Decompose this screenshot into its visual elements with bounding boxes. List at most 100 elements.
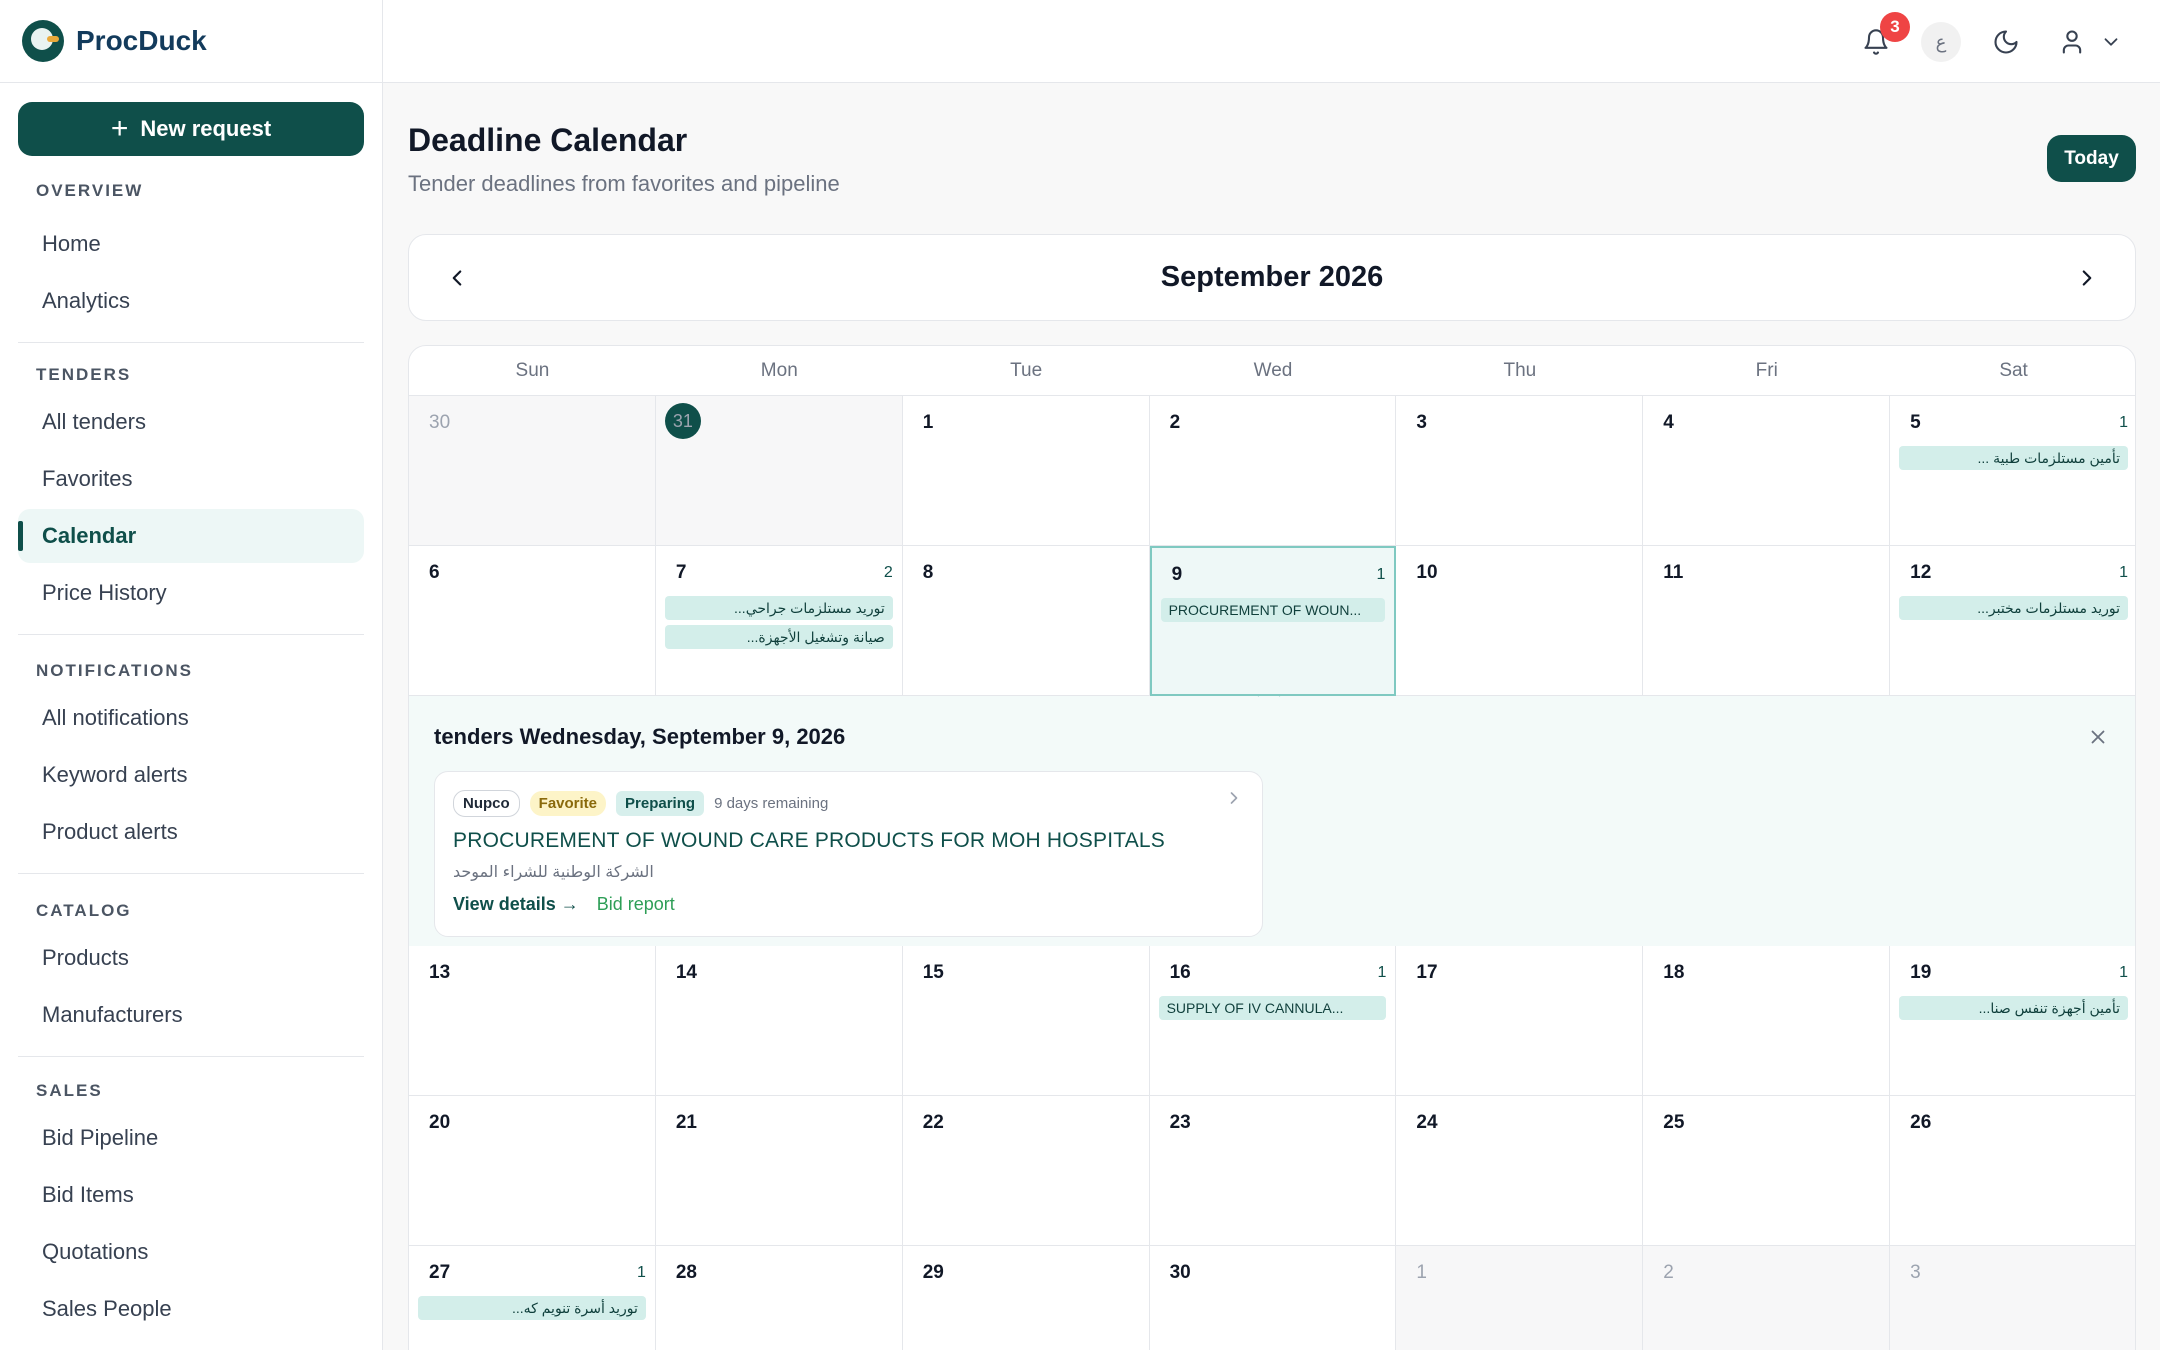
calendar-day-cell[interactable]: 5 1 تأمين مستلزمات طبية ... <box>1890 396 2135 546</box>
day-number: 27 <box>429 1262 451 1283</box>
day-number: 13 <box>429 962 451 983</box>
calendar-day-cell[interactable]: 3 <box>1396 396 1644 546</box>
sidebar-item-quotations[interactable]: Quotations <box>18 1225 364 1279</box>
weekday-header: Sun Mon Tue Wed Thu Fri Sat <box>409 346 2135 396</box>
calendar-day-cell[interactable]: 16 1 SUPPLY OF IV CANNULA... <box>1149 946 1397 1096</box>
day-number: 12 <box>1910 562 1932 583</box>
calendar-day-cell[interactable]: 17 <box>1396 946 1644 1096</box>
calendar-day-cell[interactable]: 23 <box>1149 1096 1397 1246</box>
sidebar-item-calendar[interactable]: Calendar <box>18 509 364 563</box>
day-detail-title: tenders Wednesday, September 9, 2026 <box>434 724 846 749</box>
calendar-day-cell[interactable]: 14 <box>655 946 903 1096</box>
calendar-event-chip[interactable]: تأمين أجهزة تنفس صنا... <box>1899 996 2129 1020</box>
calendar-day-cell[interactable]: 29 <box>902 1246 1150 1350</box>
next-month-button[interactable] <box>2069 260 2105 296</box>
sidebar-item-favorites[interactable]: Favorites <box>18 452 364 506</box>
calendar-day-cell[interactable]: 21 <box>655 1096 903 1246</box>
calendar-day-cell[interactable]: 7 2 توريد مستلزمات جراحي... صيانة وتشغيل ال… <box>655 546 903 696</box>
sidebar-item-keyword-alerts[interactable]: Keyword alerts <box>18 748 364 802</box>
sidebar-item-manufacturers[interactable]: Manufacturers <box>18 988 364 1042</box>
calendar-day-cell[interactable]: 2 <box>1643 1246 1891 1350</box>
day-number: 17 <box>1416 962 1438 983</box>
close-detail-button[interactable] <box>2083 722 2113 752</box>
tender-tags: Nupco Favorite Preparing 9 days remainin… <box>453 790 828 817</box>
days-remaining: 9 days remaining <box>714 795 829 812</box>
calendar-day-cell[interactable]: 19 1 تأمين أجهزة تنفس صنا... <box>1890 946 2135 1096</box>
sidebar-item-analytics[interactable]: Analytics <box>18 274 364 328</box>
sidebar-item-home[interactable]: Home <box>18 217 364 271</box>
bid-report-link[interactable]: Bid report <box>597 894 675 915</box>
calendar-day-cell[interactable]: 10 <box>1396 546 1644 696</box>
view-details-link[interactable]: View details → <box>453 894 579 915</box>
day-number: 29 <box>922 1262 944 1283</box>
calendar-day-cell[interactable]: 27 1 توريد أسرة تنويم كه... <box>409 1246 656 1350</box>
tender-title[interactable]: PROCUREMENT OF WOUND CARE PRODUCTS FOR M… <box>453 829 1165 853</box>
day-number: 19 <box>1910 962 1932 983</box>
day-number: 8 <box>922 562 934 583</box>
calendar-event-chip[interactable]: توريد مستلزمات جراحي... <box>664 596 893 620</box>
calendar-event-chip[interactable]: تأمين مستلزمات طبية ... <box>1899 446 2129 470</box>
calendar-event-chip[interactable]: توريد أسرة تنويم كه... <box>418 1296 646 1320</box>
calendar-day-cell[interactable]: 22 <box>902 1096 1150 1246</box>
day-number: 6 <box>429 562 440 583</box>
calendar-day-cell[interactable]: 9 1 PROCUREMENT OF WOUN... <box>1149 546 1397 696</box>
user-menu[interactable] <box>2058 22 2122 62</box>
sidebar-item-bid-items[interactable]: Bid Items <box>18 1168 364 1222</box>
calendar-day-cell[interactable]: 18 <box>1643 946 1891 1096</box>
user-icon <box>2062 30 2082 54</box>
calendar-day-cell[interactable]: 6 <box>409 546 656 696</box>
calendar-day-cell[interactable]: 12 1 توريد مستلزمات مختبر... <box>1890 546 2135 696</box>
notification-count-badge: 3 <box>1880 12 1910 42</box>
notifications-button[interactable]: 3 <box>1856 12 1910 62</box>
calendar-day-cell[interactable]: 30 <box>409 396 656 546</box>
brand[interactable]: ProcDuck <box>0 0 382 83</box>
day-number: 1 <box>1416 1262 1427 1283</box>
language-toggle[interactable]: ع <box>1921 22 1961 62</box>
weekday-label: Fri <box>1755 360 1778 381</box>
top-bar: 3 ع <box>383 0 2160 83</box>
sidebar-item-all-tenders[interactable]: All tenders <box>18 395 364 449</box>
calendar-day-cell[interactable]: 31 <box>655 396 903 546</box>
calendar-event-chip[interactable]: SUPPLY OF IV CANNULA... <box>1158 996 1387 1020</box>
plus-icon: + <box>110 112 129 145</box>
sidebar-item-bid-pipeline[interactable]: Bid Pipeline <box>18 1111 364 1165</box>
calendar-day-cell[interactable]: 1 <box>902 396 1150 546</box>
sidebar-item-all-notifications[interactable]: All notifications <box>18 691 364 745</box>
sidebar-item-price-history[interactable]: Price History <box>18 566 364 620</box>
calendar-day-cell[interactable]: 30 <box>1149 1246 1397 1350</box>
chevron-right-icon <box>1230 792 1238 804</box>
calendar-day-cell[interactable]: 28 <box>655 1246 903 1350</box>
sidebar-item-products[interactable]: Products <box>18 931 364 985</box>
new-request-button[interactable]: + New request <box>18 102 364 156</box>
day-number: 22 <box>922 1112 944 1133</box>
calendar-day-cell[interactable]: 26 <box>1890 1096 2135 1246</box>
day-number: 23 <box>1169 1112 1191 1133</box>
day-number: 15 <box>922 962 944 983</box>
calendar-day-cell[interactable]: 1 <box>1396 1246 1644 1350</box>
calendar-day-cell[interactable]: 20 <box>409 1096 656 1246</box>
tender-card[interactable]: Nupco Favorite Preparing 9 days remainin… <box>434 771 1263 937</box>
calendar-event-chip[interactable]: توريد مستلزمات مختبر... <box>1899 596 2129 620</box>
calendar-day-cell[interactable]: 13 <box>409 946 656 1096</box>
day-number: 3 <box>1416 412 1427 433</box>
sidebar-item-product-alerts[interactable]: Product alerts <box>18 805 364 859</box>
calendar-event-chip[interactable]: PROCUREMENT OF WOUN... <box>1160 598 1386 622</box>
today-button[interactable]: Today <box>2047 135 2136 182</box>
calendar-day-cell[interactable]: 8 <box>902 546 1150 696</box>
calendar-day-cell[interactable]: 4 <box>1643 396 1891 546</box>
calendar-day-cell[interactable]: 25 <box>1643 1096 1891 1246</box>
calendar-event-chip[interactable]: صيانة وتشغيل الأجهزة... <box>664 625 893 649</box>
status-badge: Preparing <box>616 791 705 816</box>
page-title: Deadline Calendar <box>408 122 688 158</box>
calendar-day-cell[interactable]: 15 <box>902 946 1150 1096</box>
day-detail-panel: tenders Wednesday, September 9, 2026 Nup… <box>409 684 2135 960</box>
theme-toggle[interactable] <box>1986 22 2026 62</box>
sidebar-item-sales-people[interactable]: Sales People <box>18 1282 364 1336</box>
calendar-day-cell[interactable]: 24 <box>1396 1096 1644 1246</box>
calendar-day-cell[interactable]: 2 <box>1149 396 1397 546</box>
calendar-day-cell[interactable]: 3 <box>1890 1246 2135 1350</box>
day-number: 4 <box>1663 412 1674 433</box>
calendar-day-cell[interactable]: 11 <box>1643 546 1891 696</box>
weekday-label: Sat <box>1999 360 2028 381</box>
nav-section-title: OVERVIEW <box>36 181 144 200</box>
